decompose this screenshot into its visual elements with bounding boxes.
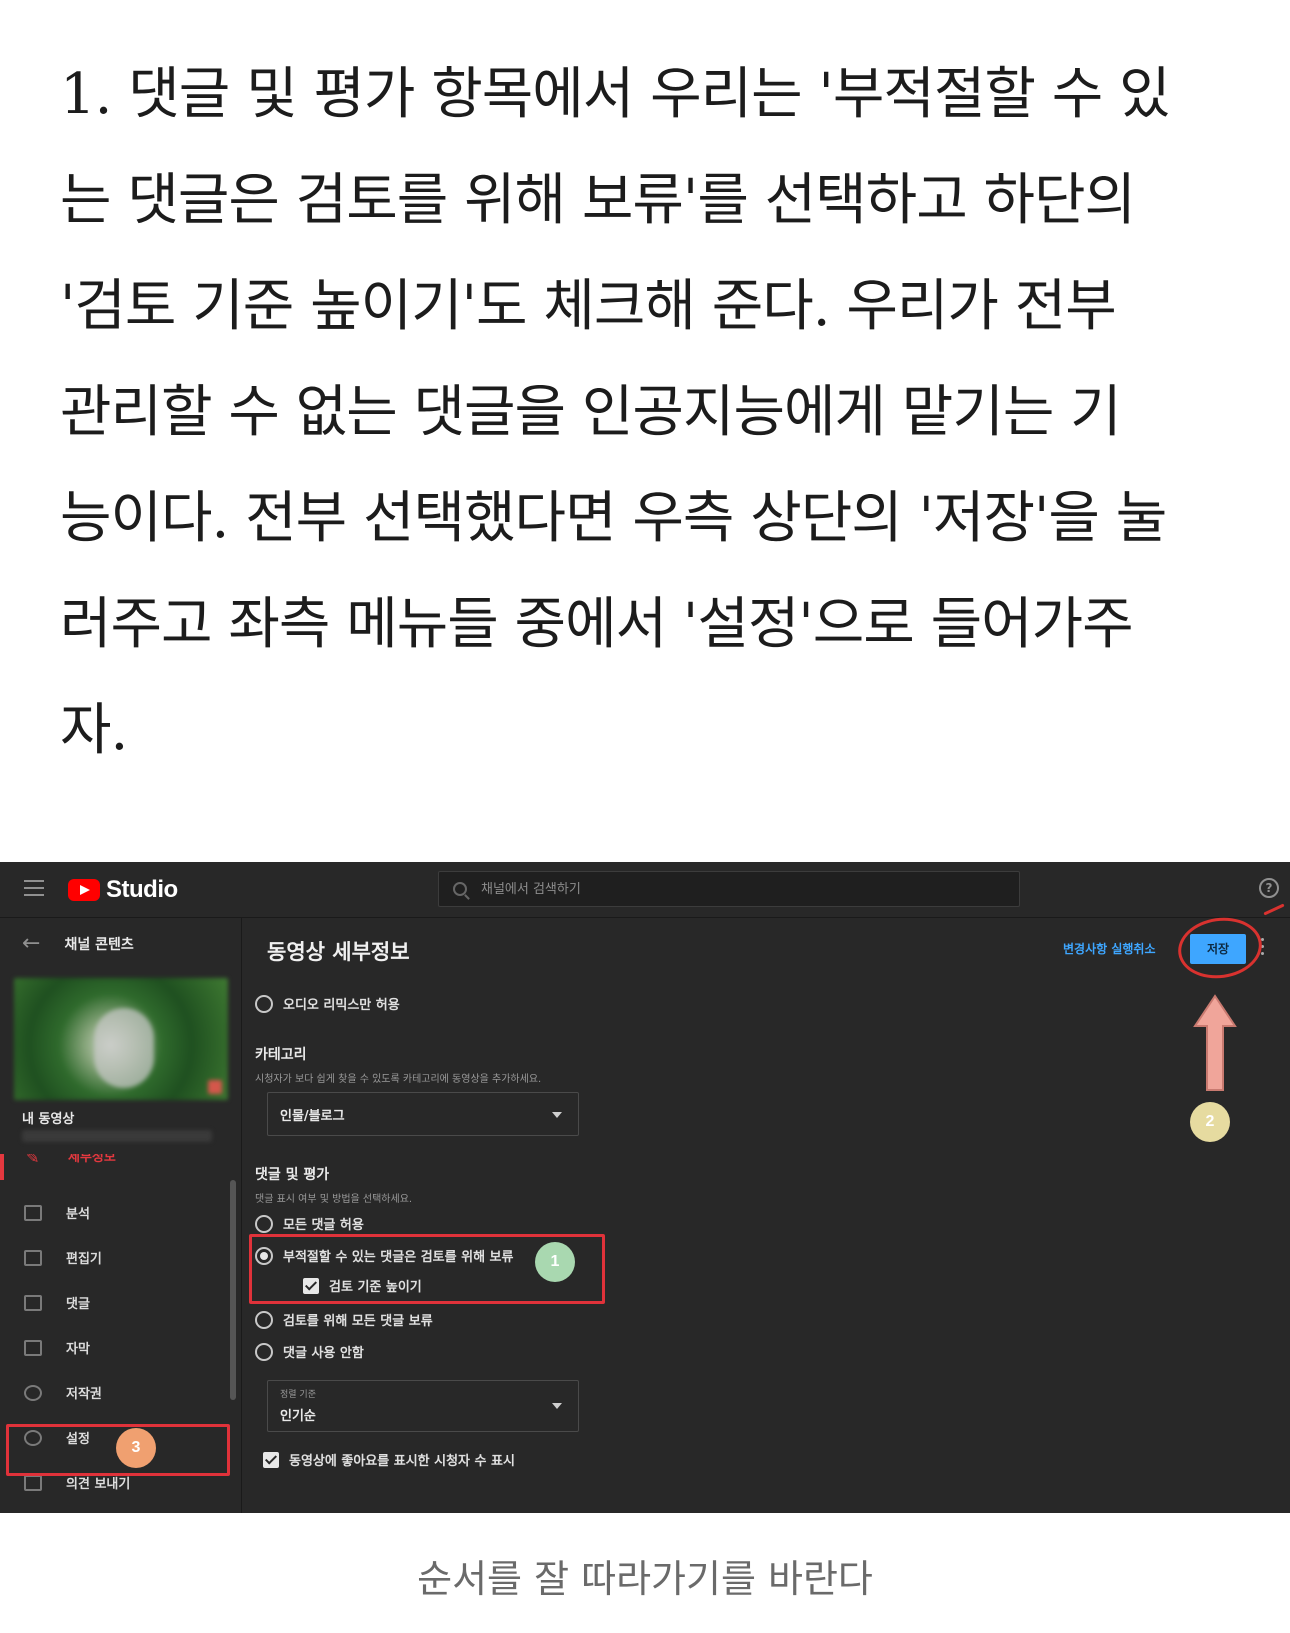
image-caption: 순서를 잘 따라가기를 바란다 [417, 1557, 873, 1601]
arrow-up-icon [1193, 994, 1237, 1091]
step-badge-3: 3 [116, 1428, 156, 1468]
radio-button[interactable] [255, 1342, 273, 1361]
sidebar-item-analytics[interactable]: 분석 [0, 1190, 228, 1235]
checkbox-checked[interactable] [263, 1451, 279, 1468]
comments-title: 댓글 및 평가 [255, 1167, 330, 1183]
article-line: 1. 댓글 및 평가 항목에서 우리는 '부적절할 수 있 [60, 62, 1171, 127]
sidebar-item-label: 분석 [66, 1207, 90, 1222]
copyright-icon [24, 1384, 42, 1401]
comments-icon [24, 1294, 42, 1311]
menu-icon[interactable] [24, 880, 44, 896]
chevron-down-icon [552, 1403, 562, 1409]
option-label: 동영상에 좋아요를 표시한 시청자 수 표시 [289, 1454, 515, 1469]
my-video-label: 내 동영상 [22, 1112, 75, 1127]
sidebar-item-comments[interactable]: 댓글 [0, 1280, 228, 1325]
category-select[interactable]: 인물/블로그 [267, 1092, 579, 1136]
sidebar-item-label: 저작권 [66, 1387, 102, 1402]
feedback-icon [24, 1474, 42, 1491]
video-details-panel: 동영상 세부정보 변경사항 실행취소 저장 2 오디오 리믹스만 허용 카테고리… [243, 903, 1290, 1513]
sidebar-item-label: 세부정보 [68, 1154, 116, 1165]
article-line: 는 댓글은 검토를 위해 보류'를 선택하고 하단의 [60, 168, 1136, 233]
search-input[interactable] [481, 881, 961, 897]
blurred-video-title [22, 1130, 212, 1142]
show-likes-option[interactable]: 동영상에 좋아요를 표시한 시청자 수 표시 [263, 1450, 515, 1469]
article-paragraph: 1. 댓글 및 평가 항목에서 우리는 '부적절할 수 있 는 댓글은 검토를 … [60, 42, 1240, 784]
channel-search[interactable] [438, 871, 1020, 907]
category-title: 카테고리 [255, 1047, 307, 1063]
audio-remix-option[interactable]: 오디오 리믹스만 허용 [255, 994, 400, 1013]
thumbnail-subject [94, 1008, 154, 1088]
logo-text: Studio [106, 876, 178, 903]
analytics-icon [24, 1204, 42, 1221]
option-label: 댓글 사용 안함 [283, 1346, 364, 1361]
back-row[interactable]: ← 채널 콘텐츠 [22, 932, 134, 956]
sort-label: 정렬 기준 [280, 1390, 316, 1400]
article-line: '검토 기준 높이기'도 체크해 준다. 우리가 전부 [60, 274, 1117, 339]
article-line: 러주고 좌측 메뉴들 중에서 '설정'으로 들어가주 [60, 592, 1134, 657]
back-title: 채널 콘텐츠 [64, 937, 134, 953]
sidebar-item-copyright[interactable]: 저작권 [0, 1370, 228, 1415]
youtube-play-icon [68, 879, 100, 901]
radio-button[interactable] [255, 994, 273, 1013]
back-arrow-icon[interactable]: ← [22, 932, 40, 956]
option-label: 모든 댓글 허용 [283, 1218, 364, 1233]
studio-logo[interactable]: Studio [68, 874, 178, 906]
studio-topbar: Studio ? [0, 862, 1290, 918]
sort-value: 인기순 [280, 1409, 316, 1424]
article-line: 관리할 수 없는 댓글을 인공지능에게 맡기는 기 [60, 380, 1122, 445]
sidebar-item-label: 댓글 [66, 1297, 90, 1312]
video-thumbnail[interactable] [14, 978, 228, 1100]
sidebar-item-subtitles[interactable]: 자막 [0, 1325, 228, 1370]
radio-button[interactable] [255, 1214, 273, 1233]
undo-changes-button[interactable]: 변경사항 실행취소 [1063, 940, 1156, 957]
comment-option-hold-all[interactable]: 검토를 위해 모든 댓글 보류 [255, 1310, 433, 1329]
comment-option-allow-all[interactable]: 모든 댓글 허용 [255, 1214, 364, 1233]
option-label: 검토를 위해 모든 댓글 보류 [283, 1314, 433, 1329]
step-badge-2: 2 [1190, 1102, 1230, 1142]
comments-description: 댓글 표시 여부 및 방법을 선택하세요. [255, 1194, 413, 1205]
save-highlight-circle [1174, 912, 1266, 984]
article-line: 능이다. 전부 선택했다면 우측 상단의 '저장'을 눌 [60, 486, 1167, 551]
thumbnail-mark [208, 1080, 222, 1094]
pencil-icon: ✎ [26, 1154, 40, 1167]
sidebar-item-label: 자막 [66, 1342, 90, 1357]
category-value: 인물/블로그 [280, 1109, 345, 1124]
help-icon[interactable]: ? [1259, 878, 1279, 898]
editor-icon [24, 1249, 42, 1266]
comment-option-disable[interactable]: 댓글 사용 안함 [255, 1342, 364, 1361]
sort-select[interactable]: 정렬 기준 인기순 [267, 1380, 579, 1432]
sidebar-scrollbar[interactable] [230, 1180, 236, 1400]
studio-sidebar: ← 채널 콘텐츠 내 동영상 ✎ 세부정보 분석 편집기 댓글 자막 저작권 설… [0, 918, 242, 1513]
step-badge-1: 1 [535, 1242, 575, 1282]
article-line: 자. [60, 698, 128, 763]
option-label: 오디오 리믹스만 허용 [283, 998, 400, 1013]
sidebar-item-editor[interactable]: 편집기 [0, 1235, 228, 1280]
active-indicator [0, 1154, 4, 1180]
radio-button[interactable] [255, 1310, 273, 1329]
sidebar-item-label: 편집기 [66, 1252, 102, 1267]
subtitles-icon [24, 1339, 42, 1356]
category-description: 시청자가 보다 쉽게 찾을 수 있도록 카테고리에 동영상을 추가하세요. [255, 1074, 542, 1085]
sidebar-item-details[interactable]: ✎ 세부정보 [0, 1154, 228, 1180]
page-title: 동영상 세부정보 [267, 940, 410, 964]
search-icon [453, 882, 467, 896]
chevron-down-icon [552, 1112, 562, 1118]
studio-screenshot: Studio ? ← 채널 콘텐츠 내 동영상 ✎ 세부정보 분석 [0, 862, 1290, 1513]
